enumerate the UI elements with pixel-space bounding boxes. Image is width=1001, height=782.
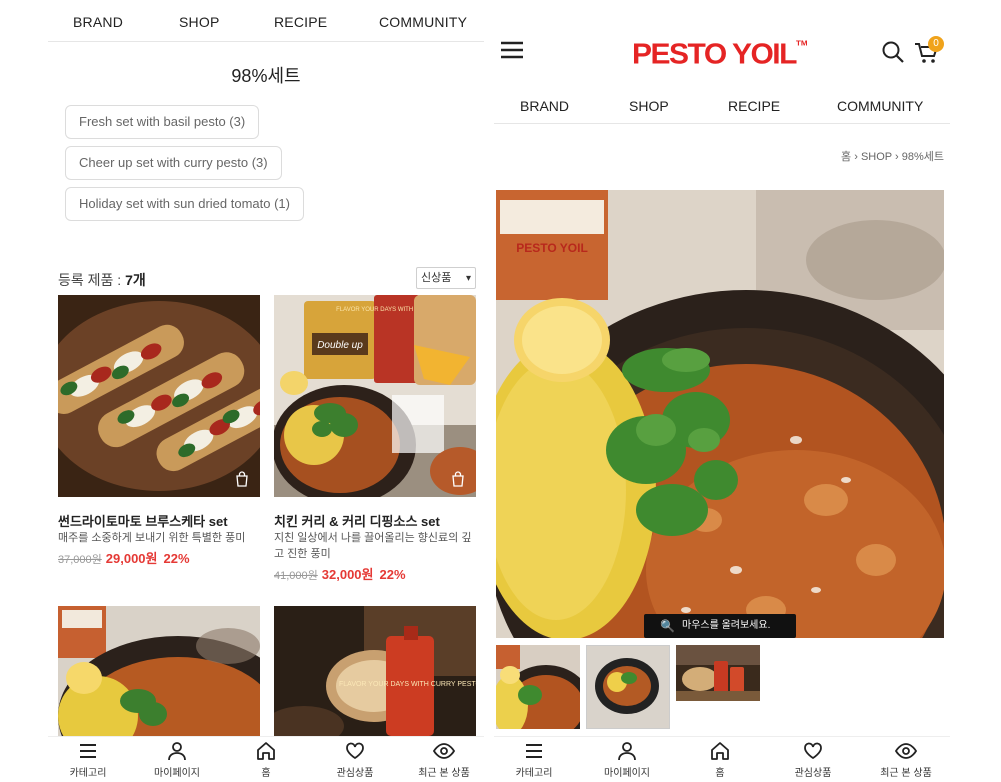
home-icon [711,742,729,760]
bottom-nav-label: 마이페이지 [604,768,650,779]
product-name[interactable]: 치킨 커리 & 커리 디핑소스 set [274,511,440,530]
chevron-right-icon: › [854,151,861,163]
brand-logo[interactable]: PESTO YOILTM [632,39,808,71]
search-icon[interactable] [881,40,905,64]
bottom-nav-wishlist[interactable]: 관심상품 [315,741,395,779]
product-image-bruschetta[interactable] [58,295,260,497]
heart-icon [346,742,364,760]
brand-logo-text: PESTO YOIL [632,38,797,71]
nav-shop[interactable]: SHOP [629,98,669,114]
user-icon [168,742,186,761]
bottom-nav-category[interactable]: 카테고리 [48,741,128,779]
menu-icon [80,744,96,758]
original-price: 37,000원 [58,554,102,566]
sale-price: 29,000원 [105,551,158,566]
eye-icon [895,743,917,759]
nav-community[interactable]: COMMUNITY [379,14,467,30]
bottom-nav-label: 최근 본 상품 [418,768,470,779]
bottom-nav-label: 최근 본 상품 [880,768,932,779]
thumbnail-2[interactable] [586,645,670,729]
bottom-nav-mypage[interactable]: 마이페이지 [137,741,217,779]
chevron-down-icon: ▾ [465,273,471,284]
product-label-double-up: Double up [317,340,363,351]
sort-select[interactable]: 신상품 ▾ [416,267,476,289]
chevron-right-icon: › [895,151,902,163]
product-image-curry-set[interactable]: Double up FLAVOR YOUR DAYS WITH CURRY PE… [274,295,476,497]
product-image-curry-plate[interactable] [58,606,260,736]
bottom-nav: 카테고리 마이페이지 홈 관심상품 최근 본 상품 [48,736,484,782]
product-main-image[interactable]: PESTO YOIL [496,190,944,638]
nav-community[interactable]: COMMUNITY [837,98,923,114]
page-title: 98%세트 [231,66,301,86]
sort-select-value: 신상품 [421,272,452,284]
subcategory-chip[interactable]: Cheer up set with curry pesto (3) [65,146,282,180]
thumbnail-1[interactable] [496,645,580,729]
category-page-panel: BRAND SHOP RECIPE COMMUNITY 98%세트 Fresh … [48,0,484,782]
discount-rate: 22% [163,551,190,566]
bottom-nav-mypage[interactable]: 마이페이지 [587,741,667,779]
product-description: 지친 일상에서 나를 끌어올리는 향신료의 깊고 진한 풍미 [274,532,472,560]
cart-count-badge: 0 [928,36,944,52]
hamburger-menu-icon[interactable] [500,40,524,60]
product-label-pouch: FLAVOR YOUR DAYS WITH CURRY PESTO [339,681,476,688]
product-description: 매주를 소중하게 보내기 위한 특별한 풍미 [58,532,246,544]
product-count-value: 7개 [125,272,146,288]
product-count: 등록 제품 : 7개 [58,270,146,290]
product-name[interactable]: 썬드라이토마토 브루스케타 set [58,511,228,530]
nav-brand[interactable]: BRAND [520,98,569,114]
bottom-nav-label: 관심상품 [794,768,832,779]
bottom-nav-wishlist[interactable]: 관심상품 [773,741,853,779]
bottom-nav-label: 카테고리 [69,768,107,779]
bottom-nav-recent[interactable]: 최근 본 상품 [404,741,484,779]
menu-icon [526,744,542,758]
bottom-nav-recent[interactable]: 최근 본 상품 [866,741,946,779]
product-price: 37,000원 29,000원 22% [58,548,190,567]
bottom-nav-label: 마이페이지 [154,768,200,779]
nav-recipe[interactable]: RECIPE [728,98,780,114]
product-count-prefix: 등록 제품 : [58,272,126,288]
breadcrumb-category[interactable]: 98%세트 [902,151,944,163]
nav-shop[interactable]: SHOP [179,14,219,30]
top-nav: BRAND SHOP RECIPE COMMUNITY [494,88,950,124]
user-icon [618,742,636,761]
breadcrumb-home[interactable]: 홈 [841,151,851,163]
subcategory-chip[interactable]: Fresh set with basil pesto (3) [65,105,260,139]
shopping-bag-icon[interactable] [234,471,250,487]
hover-zoom-hint: 🔍 마우스를 올려보세요. [644,614,796,638]
thumbnail-3[interactable] [676,645,760,701]
bottom-nav-label: 관심상품 [336,768,374,779]
home-icon [257,742,275,760]
product-detail-panel: PESTO YOILTM 0 BRAND SHOP RECIPE COMMUNI… [494,0,950,782]
heart-icon [804,742,822,760]
subcategory-chip[interactable]: Holiday set with sun dried tomato (1) [65,187,304,221]
bottom-nav-home[interactable]: 홈 [226,741,306,779]
magnifier-icon: 🔍 [660,619,675,633]
sale-price: 32,000원 [321,567,374,582]
bottom-nav-label: 카테고리 [515,768,553,779]
bottom-nav-category[interactable]: 카테고리 [494,741,574,779]
breadcrumb-shop[interactable]: SHOP [861,151,892,163]
bottom-nav-label: 홈 [715,768,725,779]
jar-label-text: PESTO YOIL [516,241,588,255]
brand-logo-tm: TM [795,38,808,48]
bottom-nav-home[interactable]: 홈 [680,741,760,779]
nav-recipe[interactable]: RECIPE [274,14,327,30]
product-image-curry-pouch[interactable]: FLAVOR YOUR DAYS WITH CURRY PESTO [274,606,476,736]
breadcrumb: 홈 › SHOP › 98%세트 [841,148,944,164]
bottom-nav-label: 홈 [261,768,271,779]
product-price: 41,000원 32,000원 22% [274,564,406,583]
top-nav: BRAND SHOP RECIPE COMMUNITY [48,0,484,42]
hover-zoom-hint-text: 마우스를 올려보세요. [682,620,771,631]
nav-brand[interactable]: BRAND [73,14,123,30]
eye-icon [433,743,455,759]
bottom-nav: 카테고리 마이페이지 홈 관심상품 최근 본 상품 [494,736,950,782]
shopping-bag-icon[interactable] [450,471,466,487]
original-price: 41,000원 [274,570,318,582]
discount-rate: 22% [379,567,406,582]
